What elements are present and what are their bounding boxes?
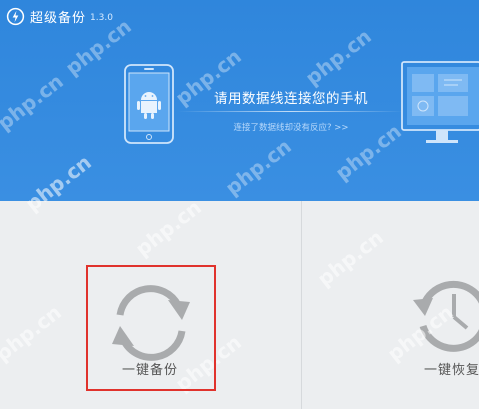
android-phone-icon: [124, 64, 174, 144]
one-click-restore-button[interactable]: 一键恢复 php.cn php.cn: [302, 201, 479, 409]
watermark: php.cn: [0, 68, 68, 136]
app-title: 超级备份: [30, 10, 87, 26]
one-click-backup-button[interactable]: 一键备份 php.cn php.cn php.cn php.cn: [0, 150, 301, 409]
connect-prompt: 请用数据线连接您的手机: [214, 91, 368, 107]
watermark: php.cn: [130, 194, 206, 262]
clock-history-icon: [413, 280, 479, 352]
app-version: 1.3.0: [90, 12, 113, 23]
restore-label: 一键恢复: [424, 363, 479, 378]
watermark: php.cn: [312, 224, 388, 292]
watermark: php.cn: [0, 299, 66, 367]
connection-line: [178, 111, 404, 112]
backup-label: 一键备份: [122, 363, 179, 378]
watermark: php.cn: [220, 133, 296, 201]
sync-arrows-icon: [112, 285, 190, 361]
header-banner: 超级备份 1.3.0 请用数据线连接您的手机 连接了数据线却没有反应? >> p…: [0, 0, 479, 201]
watermark: php.cn: [300, 23, 376, 91]
no-response-help-link[interactable]: 连接了数据线却没有反应? >>: [180, 121, 402, 133]
power-icon: [6, 7, 25, 25]
title-bar: 超级备份 1.3.0: [6, 6, 113, 26]
computer-monitor-icon: [401, 61, 479, 143]
